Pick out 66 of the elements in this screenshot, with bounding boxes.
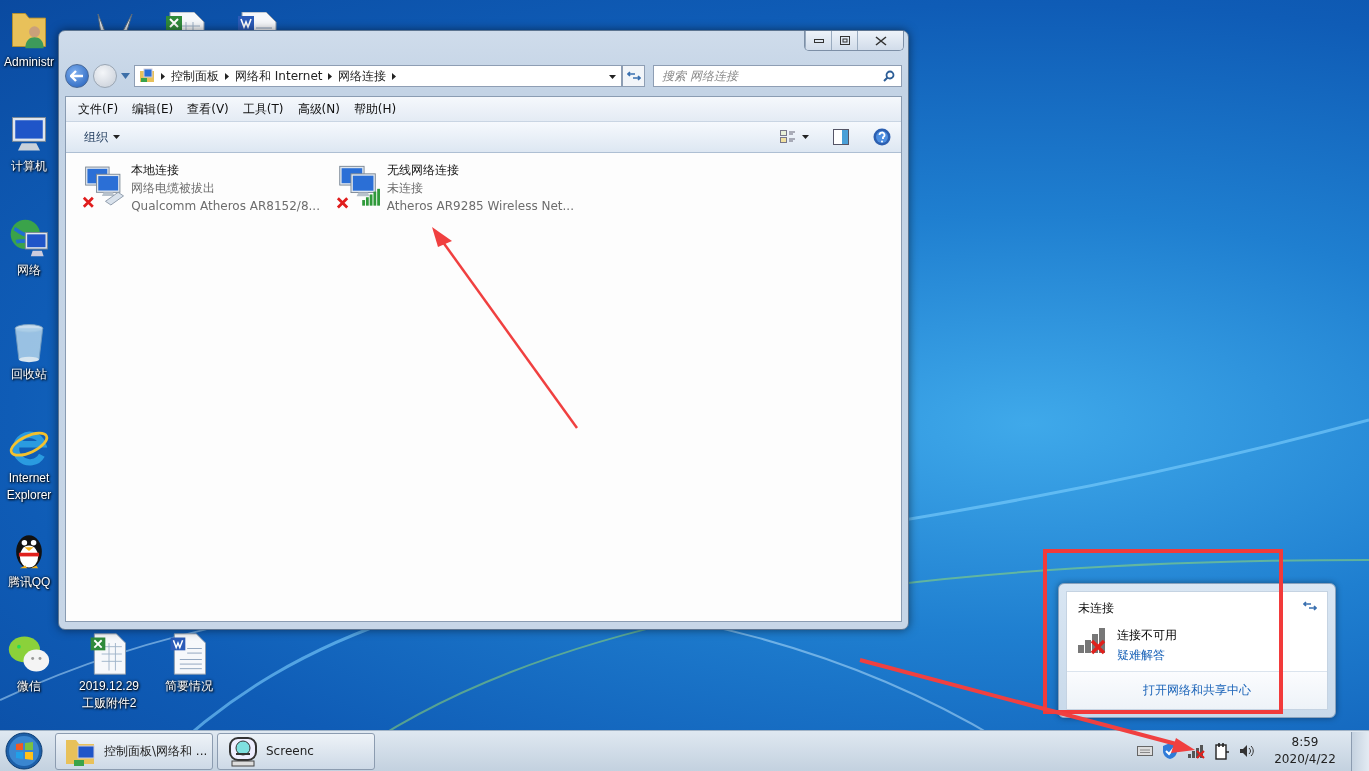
speaker-icon[interactable] [1239, 744, 1255, 758]
desktop-icon-label[interactable]: Administr [4, 54, 54, 71]
caret-icon[interactable] [609, 75, 616, 79]
connection-status: 网络电缆被拔出 [131, 180, 217, 197]
close-button[interactable] [857, 31, 903, 50]
maximize-button[interactable] [831, 31, 857, 50]
menu-item[interactable]: 文件(F) [71, 100, 126, 118]
desktop-icon-label[interactable]: 2019.12.29 工贩附件2 [76, 678, 142, 712]
address-bar[interactable]: 控制面板 网络和 Internet 网络连接 [134, 65, 622, 87]
arrow-left-icon [70, 70, 84, 82]
robot-face-icon [226, 734, 260, 768]
power-plug-icon[interactable] [1214, 742, 1230, 760]
connection-status: 未连接 [386, 180, 424, 197]
desktop-icon-label[interactable]: 简要情况 [165, 678, 213, 695]
search-icon [883, 70, 895, 82]
menu-item[interactable]: 编辑(E) [125, 100, 181, 118]
view-list-icon [780, 130, 796, 144]
desktop-icon-label[interactable]: 微信 [17, 678, 41, 695]
minimize-button[interactable] [805, 31, 831, 50]
connection-status: 连接不可用 [1117, 627, 1177, 644]
breadcrumb[interactable]: 网络和 Internet [235, 67, 323, 85]
preview-pane-button[interactable] [833, 129, 849, 145]
menu-item[interactable]: 帮助(H) [346, 100, 404, 118]
rabbit-ears-icon [94, 12, 134, 30]
search-field[interactable]: 搜索 网络连接 [653, 65, 902, 87]
breadcrumb-arrow-icon[interactable] [161, 72, 165, 80]
breadcrumb[interactable]: 控制面板 [171, 67, 219, 85]
caret-icon[interactable] [113, 135, 120, 139]
troubleshoot-link[interactable]: 疑难解答 [1117, 645, 1177, 665]
menu-item[interactable]: 工具(T) [235, 100, 291, 118]
connection-name[interactable]: 本地连接 [131, 161, 320, 179]
close-icon [874, 35, 887, 46]
view-options-button[interactable] [780, 130, 809, 144]
taskbar-button[interactable]: Screenc [217, 732, 375, 770]
adapter-name: Qualcomm Atheros AR8152/8... [131, 198, 320, 215]
refresh-arrows-icon [626, 70, 641, 82]
taskbar-button[interactable]: 控制面板\网络和 ... [55, 732, 213, 770]
help-button[interactable] [873, 128, 891, 146]
spreadsheet-document-icon [166, 12, 206, 30]
caret-icon[interactable] [802, 135, 809, 139]
maximize-icon [839, 36, 850, 45]
network-folder-icon [139, 68, 155, 84]
refresh-button[interactable] [622, 65, 645, 87]
breadcrumb[interactable]: 网络连接 [338, 67, 387, 85]
refresh-arrows-icon[interactable] [1303, 600, 1317, 612]
organize-button[interactable]: 组织 [78, 126, 126, 148]
start-button[interactable] [5, 732, 43, 770]
breadcrumb-arrow-icon[interactable] [225, 72, 229, 80]
menu-item[interactable]: 高级(N) [290, 100, 347, 118]
clock[interactable]: 8:59 2020/4/22 [1269, 734, 1341, 768]
breadcrumb-arrow-icon[interactable] [392, 72, 397, 80]
word-document-icon [238, 12, 278, 30]
desktop-icon-label[interactable]: 回收站 [11, 366, 47, 383]
desktop-icon-label[interactable]: 计算机 [11, 158, 47, 175]
desktop-icon-label[interactable]: 网络 [17, 262, 41, 279]
desktop-icon-label[interactable]: 腾讯QQ [7, 574, 51, 591]
popup-title: 未连接 [1078, 600, 1114, 617]
breadcrumb-arrow-icon[interactable] [328, 72, 333, 80]
adapter-name: Atheros AR9285 Wireless Net... [386, 198, 574, 215]
desktop-icon-label[interactable]: Internet Explorer [2, 470, 56, 504]
network-center-link[interactable]: 打开网络和共享中心 [1143, 682, 1251, 699]
minimize-icon [813, 37, 824, 44]
menu-item[interactable]: 查看(V) [180, 100, 236, 118]
back-button[interactable] [65, 64, 89, 88]
keyboard-icon[interactable] [1137, 746, 1153, 756]
connection-name[interactable]: 无线网络连接 [386, 161, 574, 179]
